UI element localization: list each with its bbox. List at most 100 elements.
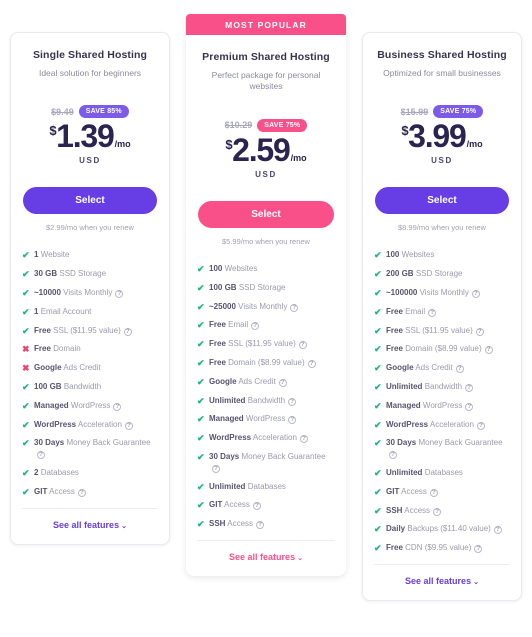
feature-item: ✔ Managed WordPress? [22, 401, 158, 412]
info-icon[interactable]: ? [288, 416, 297, 425]
info-icon[interactable]: ? [115, 290, 124, 299]
feature-item: ✔ Unlimited Databases [197, 482, 335, 493]
info-icon[interactable]: ? [124, 421, 133, 430]
check-icon: ✔ [197, 414, 205, 425]
info-icon[interactable]: ? [251, 322, 260, 331]
see-all-features-link[interactable]: See all features ⌄ [363, 565, 521, 586]
feature-highlight: ~100000 [386, 288, 418, 298]
feature-label: Google Ads Credit? [209, 377, 335, 388]
info-icon[interactable]: ? [389, 451, 397, 460]
renewal-note: $2.99/mo when you renew [46, 223, 134, 233]
chevron-down-icon: ⌄ [473, 579, 479, 587]
feature-rest: SSL ($11.95 value) [53, 325, 121, 335]
info-icon[interactable]: ? [428, 308, 437, 317]
see-all-features-link[interactable]: See all features ⌄ [11, 509, 169, 530]
feature-item: ✔ 200 GB SSD Storage [374, 269, 510, 280]
feature-label: 100 Websites [209, 264, 335, 275]
info-icon[interactable]: ? [433, 507, 442, 516]
info-icon[interactable]: ? [476, 421, 485, 430]
see-all-features-link[interactable]: See all features ⌄ [186, 541, 346, 562]
feature-highlight: GIT [209, 500, 223, 510]
info-icon[interactable]: ? [484, 346, 493, 355]
feature-label: 30 Days Money Back Guarantee? [34, 438, 158, 460]
most-popular-ribbon: MOST POPULAR [186, 14, 346, 35]
feature-label: 100 GB SSD Storage [209, 283, 335, 294]
plan-name: Premium Shared Hosting [202, 51, 330, 63]
feature-label: Google Ads Credit? [386, 363, 510, 374]
feature-highlight: SSH [386, 505, 403, 515]
info-icon[interactable]: ? [471, 290, 480, 299]
feature-list: ✔ 1 Website ✔ 30 GB SSD Storage ✔ ~10000 Visi… [11, 232, 169, 497]
feature-label: 30 Days Money Back Guarantee? [209, 452, 335, 474]
info-icon[interactable]: ? [290, 303, 299, 312]
check-icon: ✔ [22, 269, 30, 280]
pricing-table: Single Shared Hosting Ideal solution for … [0, 0, 532, 602]
feature-label: SSH Access? [209, 519, 335, 530]
check-icon: ✔ [374, 486, 382, 497]
feature-highlight: 30 Days [209, 451, 240, 461]
feature-label: 200 GB SSD Storage [386, 269, 510, 280]
select-button[interactable]: Select [198, 200, 334, 228]
currency-code: USD [431, 156, 453, 166]
feature-item: ✔ WordPress Acceleration? [197, 433, 335, 444]
info-icon[interactable]: ? [299, 435, 308, 444]
feature-highlight: WordPress [209, 433, 252, 443]
feature-label: Unlimited Bandwidth? [386, 382, 510, 393]
feature-label: Free Domain ($8.99 value)? [209, 358, 335, 369]
info-icon[interactable]: ? [465, 402, 474, 411]
feature-item: ✔ Unlimited Bandwidth? [197, 396, 335, 407]
info-icon[interactable]: ? [252, 502, 261, 511]
feature-item: ✔ GIT Access? [22, 487, 158, 498]
info-icon[interactable]: ? [493, 526, 502, 535]
plan-name: Business Shared Hosting [377, 49, 507, 61]
currency-code: USD [255, 169, 277, 179]
feature-label: Managed WordPress? [209, 414, 335, 425]
plan-tagline: Optimized for small businesses [383, 68, 501, 78]
feature-label: Managed WordPress? [34, 401, 158, 412]
feature-rest: Websites [224, 263, 258, 273]
info-icon[interactable]: ? [278, 378, 287, 387]
feature-rest: SSL ($11.95 value) [228, 339, 296, 349]
info-icon[interactable]: ? [77, 488, 86, 497]
info-icon[interactable]: ? [455, 365, 464, 374]
info-icon[interactable]: ? [37, 451, 45, 460]
feature-rest: WordPress [422, 400, 463, 410]
feature-label: Managed WordPress? [386, 401, 510, 412]
feature-highlight: Managed [34, 400, 69, 410]
check-icon: ✔ [374, 344, 382, 355]
feature-rest: Bandwidth [63, 382, 102, 392]
select-button[interactable]: Select [375, 187, 509, 215]
info-icon[interactable]: ? [474, 545, 483, 554]
select-button[interactable]: Select [23, 187, 157, 215]
info-icon[interactable]: ? [307, 359, 316, 368]
feature-item: ✔ 2 Databases [22, 468, 158, 479]
check-icon: ✔ [374, 363, 382, 374]
feature-highlight: Free [209, 339, 226, 349]
feature-highlight: 30 Days [34, 438, 65, 448]
pricing-card: Business Shared Hosting Optimized for sma… [362, 32, 522, 602]
check-icon: ✔ [197, 357, 205, 368]
check-icon: ✔ [374, 419, 382, 430]
info-icon[interactable]: ? [113, 402, 122, 411]
info-icon[interactable]: ? [212, 464, 220, 473]
feature-label: WordPress Acceleration? [34, 420, 158, 431]
plan-tagline: Ideal solution for beginners [38, 68, 142, 78]
info-icon[interactable]: ? [288, 397, 297, 406]
feature-rest: WordPress [245, 414, 286, 424]
currency-symbol: $ [225, 136, 233, 152]
feature-rest: Bandwidth [247, 395, 286, 405]
info-icon[interactable]: ? [465, 384, 474, 393]
info-icon[interactable]: ? [123, 327, 132, 336]
feature-item: ✔ WordPress Acceleration? [22, 420, 158, 431]
info-icon[interactable]: ? [475, 327, 484, 336]
info-icon[interactable]: ? [256, 521, 265, 530]
currency-symbol: $ [49, 123, 57, 139]
check-icon: ✔ [197, 433, 205, 444]
feature-item: ✔ Google Ads Credit? [197, 377, 335, 388]
feature-rest: Ads Credit [238, 376, 276, 386]
info-icon[interactable]: ? [429, 488, 438, 497]
check-icon: ✔ [197, 301, 205, 312]
feature-rest: Access [404, 505, 431, 515]
info-icon[interactable]: ? [298, 341, 307, 350]
check-icon: ✔ [374, 250, 382, 261]
